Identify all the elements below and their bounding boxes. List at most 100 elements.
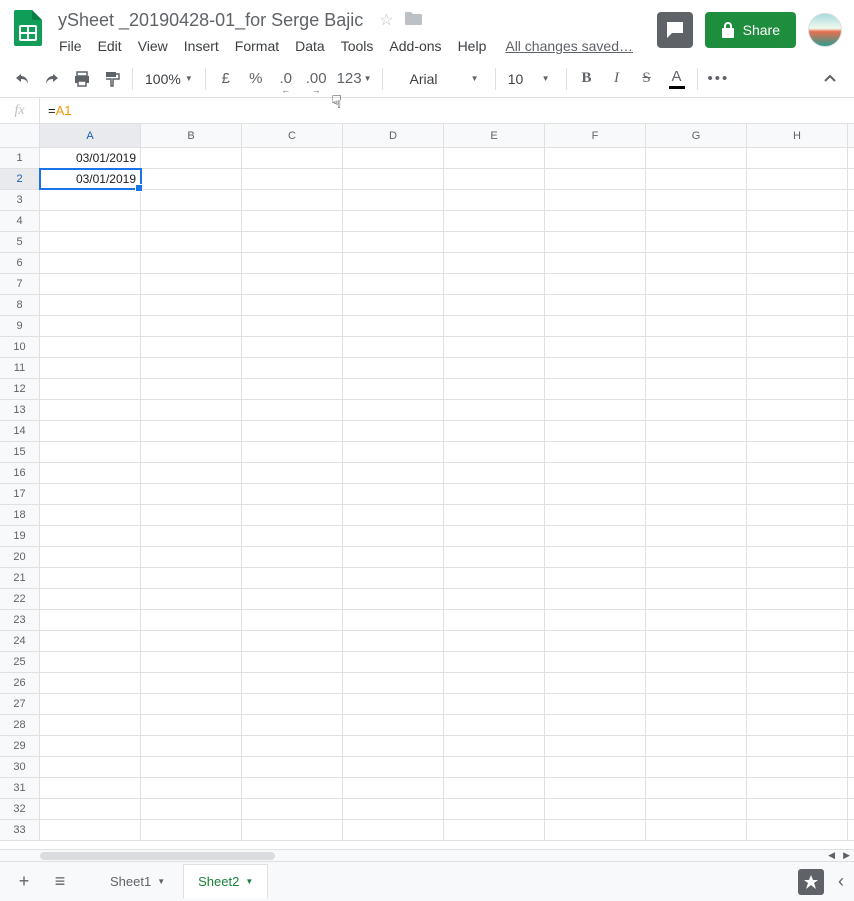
cell-B10[interactable] [141,337,242,357]
cell-H32[interactable] [747,799,848,819]
cell-B6[interactable] [141,253,242,273]
cell-C26[interactable] [242,673,343,693]
cell-B11[interactable] [141,358,242,378]
cell-C23[interactable] [242,610,343,630]
cell-F6[interactable] [545,253,646,273]
scrollbar-thumb[interactable] [40,852,275,860]
cell-H28[interactable] [747,715,848,735]
cell-H23[interactable] [747,610,848,630]
sheet-tab-sheet1[interactable]: Sheet1▼ [96,865,179,899]
cell-B17[interactable] [141,484,242,504]
cell-D6[interactable] [343,253,444,273]
decimal-increase-button[interactable]: .00→ [302,65,331,93]
cell-D13[interactable] [343,400,444,420]
cell-C14[interactable] [242,421,343,441]
cell-F10[interactable] [545,337,646,357]
cell-H8[interactable] [747,295,848,315]
cell-F3[interactable] [545,190,646,210]
cell-E21[interactable] [444,568,545,588]
cell-D2[interactable] [343,169,444,189]
cell-B26[interactable] [141,673,242,693]
cell-G6[interactable] [646,253,747,273]
cell-D29[interactable] [343,736,444,756]
row-header-26[interactable]: 26 [0,673,40,693]
cell-B5[interactable] [141,232,242,252]
cell-F4[interactable] [545,211,646,231]
comments-button[interactable] [657,12,693,48]
cell-A29[interactable] [40,736,141,756]
cell-F28[interactable] [545,715,646,735]
cell-F12[interactable] [545,379,646,399]
cell-H12[interactable] [747,379,848,399]
cell-A3[interactable] [40,190,141,210]
cell-B29[interactable] [141,736,242,756]
percent-button[interactable]: % [242,65,270,93]
cell-H2[interactable] [747,169,848,189]
all-sheets-button[interactable]: ≡ [44,866,76,898]
cell-B21[interactable] [141,568,242,588]
cell-G8[interactable] [646,295,747,315]
column-header-A[interactable]: A [40,124,141,147]
cell-D22[interactable] [343,589,444,609]
cell-E31[interactable] [444,778,545,798]
italic-button[interactable]: I [603,65,631,93]
cell-E9[interactable] [444,316,545,336]
cell-A27[interactable] [40,694,141,714]
cell-A26[interactable] [40,673,141,693]
cell-A5[interactable] [40,232,141,252]
cell-H3[interactable] [747,190,848,210]
cell-F17[interactable] [545,484,646,504]
font-size-select[interactable]: 10 [502,65,530,93]
account-avatar[interactable] [808,13,842,47]
row-header-3[interactable]: 3 [0,190,40,210]
cell-D7[interactable] [343,274,444,294]
cell-E5[interactable] [444,232,545,252]
cell-B7[interactable] [141,274,242,294]
cell-C3[interactable] [242,190,343,210]
cell-B22[interactable] [141,589,242,609]
cell-B12[interactable] [141,379,242,399]
column-header-D[interactable]: D [343,124,444,147]
cell-E25[interactable] [444,652,545,672]
cell-D10[interactable] [343,337,444,357]
cell-E27[interactable] [444,694,545,714]
cell-D26[interactable] [343,673,444,693]
cell-E2[interactable] [444,169,545,189]
cell-B25[interactable] [141,652,242,672]
cell-C10[interactable] [242,337,343,357]
cell-B20[interactable] [141,547,242,567]
cell-E13[interactable] [444,400,545,420]
cell-C19[interactable] [242,526,343,546]
cell-A18[interactable] [40,505,141,525]
currency-button[interactable]: £ [212,65,240,93]
row-header-11[interactable]: 11 [0,358,40,378]
cell-G25[interactable] [646,652,747,672]
select-all-corner[interactable] [0,124,40,147]
cell-A10[interactable] [40,337,141,357]
print-button[interactable] [68,65,96,93]
doc-title[interactable]: ySheet _20190428-01_for Serge Bajic [52,8,369,33]
cell-B33[interactable] [141,820,242,840]
row-header-15[interactable]: 15 [0,442,40,462]
cell-A2[interactable]: 03/01/2019 [40,169,141,189]
cell-H11[interactable] [747,358,848,378]
cell-H17[interactable] [747,484,848,504]
cell-B19[interactable] [141,526,242,546]
cell-H29[interactable] [747,736,848,756]
sheet-tab-sheet2[interactable]: Sheet2▼ [183,864,268,898]
cell-H16[interactable] [747,463,848,483]
cell-C5[interactable] [242,232,343,252]
cell-D17[interactable] [343,484,444,504]
cell-B31[interactable] [141,778,242,798]
cell-C2[interactable] [242,169,343,189]
tab-dropdown-icon[interactable]: ▼ [245,877,253,886]
cell-E19[interactable] [444,526,545,546]
cell-G30[interactable] [646,757,747,777]
cell-G13[interactable] [646,400,747,420]
cell-G3[interactable] [646,190,747,210]
cell-D25[interactable] [343,652,444,672]
cell-D11[interactable] [343,358,444,378]
cell-A23[interactable] [40,610,141,630]
row-header-13[interactable]: 13 [0,400,40,420]
row-header-25[interactable]: 25 [0,652,40,672]
